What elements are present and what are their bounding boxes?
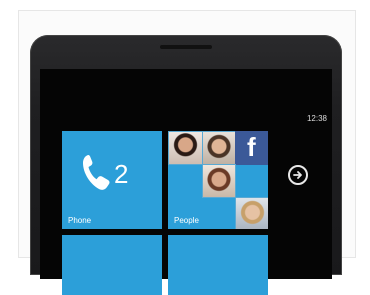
people-tile[interactable]: f People bbox=[168, 131, 268, 229]
phone-screen: 12:38 2 Phone f People bbox=[40, 69, 332, 295]
arrow-right-circle-icon bbox=[293, 171, 302, 179]
tile-bottom-left[interactable] bbox=[62, 235, 162, 295]
phone-device: 12:38 2 Phone f People bbox=[30, 35, 342, 295]
contact-photo bbox=[202, 164, 236, 198]
speaker-grille bbox=[160, 45, 212, 49]
phone-handset-icon bbox=[83, 154, 110, 190]
missed-call-count: 2 bbox=[114, 159, 129, 189]
contact-photo bbox=[235, 197, 268, 229]
phone-tile[interactable]: 2 Phone bbox=[62, 131, 162, 229]
contact-photo bbox=[202, 131, 236, 165]
status-time: 12:38 bbox=[306, 114, 327, 123]
app-list-button[interactable] bbox=[288, 165, 308, 185]
facebook-icon: f bbox=[247, 132, 256, 162]
phone-tile-label: Phone bbox=[68, 216, 92, 225]
people-tile-label: People bbox=[174, 216, 199, 225]
contact-photo bbox=[168, 131, 203, 165]
facebook-tile: f bbox=[235, 131, 268, 165]
tile-bottom-right[interactable] bbox=[168, 235, 268, 295]
